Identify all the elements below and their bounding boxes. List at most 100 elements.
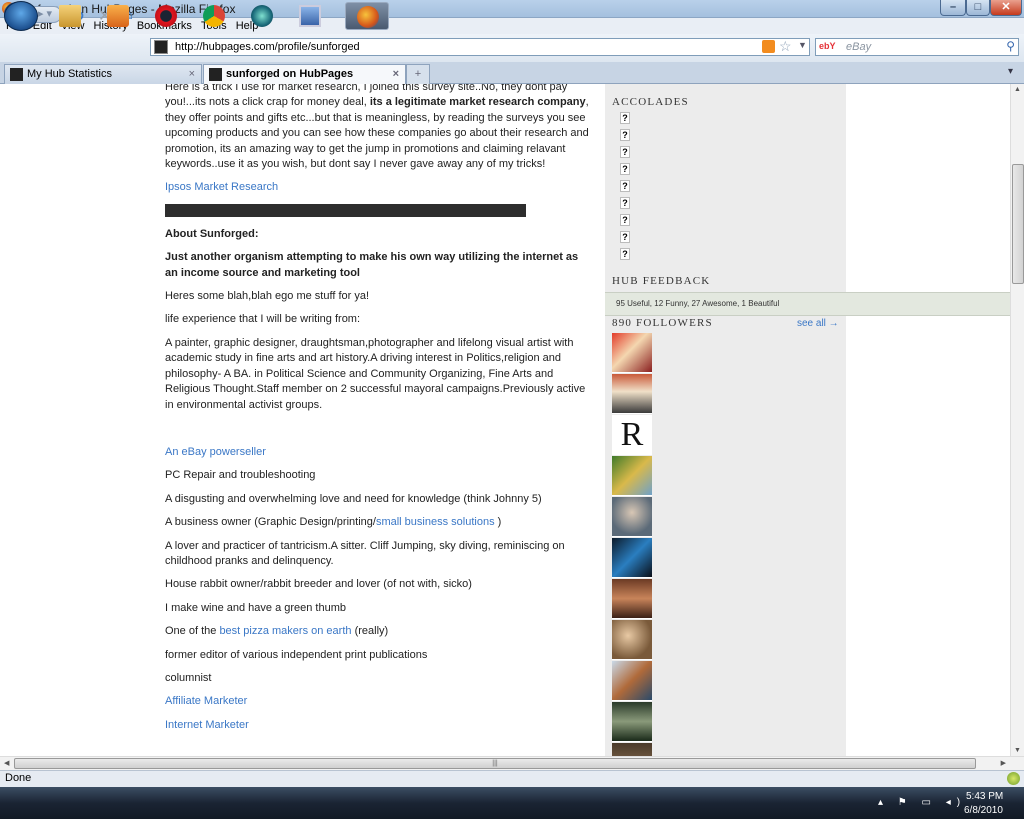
url-text: http://hubpages.com/profile/sunforged — [175, 41, 360, 53]
affiliate-marketer-link[interactable]: Affiliate Marketer — [165, 695, 247, 707]
accolade-badge-icon[interactable]: ? — [620, 163, 630, 175]
tab-my-hub-statistics[interactable]: My Hub Statistics × — [4, 64, 202, 84]
rabbit-text: House rabbit owner/rabbit breeder and lo… — [165, 578, 472, 591]
tab-favicon-icon — [10, 68, 23, 81]
rss-feed-icon[interactable] — [762, 40, 775, 53]
accolade-badge-icon[interactable]: ? — [620, 197, 630, 209]
url-input[interactable]: http://hubpages.com/profile/sunforged — [150, 38, 810, 56]
follower-avatar[interactable]: R — [612, 415, 652, 455]
minimize-button[interactable]: – — [940, 0, 966, 16]
accolade-badge-icon[interactable]: ? — [620, 214, 630, 226]
follower-avatar[interactable] — [612, 702, 652, 742]
clock-date[interactable]: 6/8/2010 — [964, 805, 1003, 816]
hub-feedback-heading: HUB FEEDBACK — [612, 275, 711, 287]
see-all-followers-link[interactable]: see all → — [797, 318, 839, 329]
page-content: Here is a trick I use for market researc… — [0, 84, 1010, 756]
firefox-icon — [357, 6, 379, 28]
ebay-link[interactable]: An eBay powerseller — [165, 446, 266, 458]
tab-close-icon[interactable]: × — [393, 65, 399, 83]
addon-status-icon[interactable] — [1007, 772, 1020, 785]
accolade-badge-icon[interactable]: ? — [620, 231, 630, 243]
search-icon[interactable]: ⚲ — [1006, 39, 1015, 53]
follower-avatar[interactable] — [612, 497, 652, 537]
editor-text: former editor of various independent pri… — [165, 648, 428, 661]
columnist-text: columnist — [165, 671, 212, 684]
accolade-badge-icon[interactable]: ? — [620, 129, 630, 141]
follower-avatar[interactable] — [612, 620, 652, 660]
bio-text: A painter, graphic designer, draughtsman… — [165, 336, 586, 411]
tab-label: My Hub Statistics — [27, 68, 112, 80]
windows-taskbar — [0, 787, 1024, 819]
chrome-icon — [203, 5, 225, 27]
start-button[interactable] — [4, 1, 38, 31]
search-input[interactable]: ebY eBay ⚲ — [815, 38, 1019, 56]
profile-bio: Here is a trick I use for market researc… — [165, 84, 590, 741]
tab-favicon-icon — [209, 68, 222, 81]
tab-list-icon[interactable]: ▾ — [1008, 66, 1013, 77]
blah-text: Heres some blah,blah ego me stuff for ya… — [165, 290, 370, 303]
taskbar-opera[interactable] — [144, 2, 188, 30]
scroll-left-icon[interactable]: ◀ — [4, 759, 9, 767]
vertical-scroll-thumb[interactable] — [1012, 164, 1024, 284]
experience-text: life experience that I will be writing f… — [165, 313, 361, 326]
search-placeholder: eBay — [846, 41, 872, 53]
new-tab-button[interactable]: + — [406, 64, 430, 84]
business-text-a: A business owner (Graphic Design/printin… — [165, 516, 376, 529]
pizza-text-b: (really) — [351, 625, 389, 638]
wine-text: I make wine and have a green thumb — [165, 601, 347, 614]
taskbar-explorer[interactable] — [48, 2, 92, 30]
ipsos-link[interactable]: Ipsos Market Research — [165, 181, 278, 193]
accolades-heading: ACCOLADES — [612, 96, 689, 108]
taskbar-media-player[interactable] — [96, 2, 140, 30]
accolade-badge-icon[interactable]: ? — [620, 112, 630, 124]
status-bar: Done — [0, 770, 1024, 787]
follower-avatar[interactable] — [612, 538, 652, 578]
search-engine-logo[interactable]: ebY — [819, 41, 836, 51]
close-button[interactable]: ✕ — [990, 0, 1022, 16]
tab-sunforged[interactable]: sunforged on HubPages × — [203, 64, 406, 84]
follower-avatar[interactable] — [612, 661, 652, 701]
business-text: A business owner (Graphic Design/printin… — [165, 515, 590, 530]
taskbar-firefox[interactable] — [345, 2, 389, 30]
maximize-button[interactable]: □ — [966, 0, 990, 16]
bookmark-star-icon[interactable]: ☆ — [779, 38, 792, 55]
clock-time[interactable]: 5:43 PM — [966, 791, 1003, 802]
market-research-paragraph: Here is a trick I use for market researc… — [165, 84, 590, 172]
follower-avatar[interactable] — [612, 456, 652, 496]
pizza-text-a: One of the — [165, 625, 220, 638]
taskbar-app[interactable] — [240, 2, 284, 30]
accolade-badge-icon[interactable]: ? — [620, 248, 630, 260]
follower-avatar[interactable] — [612, 333, 652, 373]
small-business-link[interactable]: small business solutions — [376, 516, 495, 528]
internet-marketer-link[interactable]: Internet Marketer — [165, 719, 249, 731]
tab-label: sunforged on HubPages — [226, 68, 354, 80]
scroll-right-icon[interactable]: ▶ — [1001, 759, 1006, 767]
status-text: Done — [5, 772, 32, 784]
opera-icon — [155, 5, 177, 27]
pizza-link[interactable]: best pizza makers on earth — [219, 625, 351, 637]
follower-avatar[interactable] — [612, 743, 652, 756]
url-dropdown-icon[interactable]: ▼ — [798, 40, 807, 50]
follower-avatar[interactable] — [612, 579, 652, 619]
vertical-scrollbar[interactable]: ▲ ▼ — [1010, 84, 1024, 756]
follower-avatar[interactable] — [612, 374, 652, 414]
followers-heading: 890 FOLLOWERS — [612, 317, 713, 329]
monitor-icon — [299, 5, 321, 27]
tray-icons[interactable]: ▴ ⚑ ▭ ◂) — [878, 797, 966, 808]
hub-feedback-counts: 95 Useful, 12 Funny, 27 Awesome, 1 Beaut… — [605, 292, 1010, 316]
scroll-up-icon[interactable]: ▲ — [1014, 86, 1021, 93]
taskbar-remote-desktop[interactable] — [288, 2, 332, 30]
horizontal-scrollbar[interactable]: ◀ ||| ▶ — [0, 756, 1024, 770]
scroll-down-icon[interactable]: ▼ — [1014, 747, 1021, 754]
accolade-badge-icon[interactable]: ? — [620, 180, 630, 192]
horizontal-scroll-thumb[interactable]: ||| — [14, 758, 976, 769]
tantric-text: A lover and practicer of tantricism.A si… — [165, 539, 565, 567]
app-icon — [251, 5, 273, 27]
site-favicon-icon — [154, 40, 168, 54]
about-heading: About Sunforged: — [165, 227, 259, 240]
taskbar-chrome[interactable] — [192, 2, 236, 30]
tab-close-icon[interactable]: × — [189, 65, 195, 83]
business-text-b: ) — [494, 516, 502, 529]
accolade-badge-icon[interactable]: ? — [620, 146, 630, 158]
